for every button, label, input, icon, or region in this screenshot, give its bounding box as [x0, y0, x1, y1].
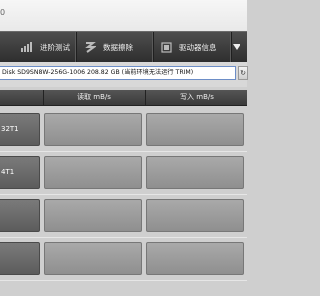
toolbar-more-button[interactable]	[233, 32, 247, 62]
drive-select[interactable]: Disk SD9SN8W-256G-1006 208.82 GB (当前环境无法…	[0, 66, 236, 80]
row-divider	[0, 237, 247, 238]
drive-select-row: Disk SD9SN8W-256G-1006 208.82 GB (当前环境无法…	[0, 62, 248, 87]
table-row: 32T1	[0, 113, 247, 151]
test-label-4t1[interactable]: 4T1	[0, 156, 40, 189]
drive-info-button[interactable]: 驱动器信息	[155, 32, 232, 62]
eraser-icon	[85, 42, 96, 53]
table-row	[0, 199, 247, 237]
table-header: 本 读取 mB/s 写入 mB/s	[0, 90, 247, 106]
title-bar: 0	[0, 0, 247, 31]
read-result-cell	[44, 113, 142, 146]
table-row: 4T1	[0, 156, 247, 194]
row-divider	[0, 280, 247, 281]
bar-chart-icon	[21, 42, 32, 52]
read-result-cell	[44, 156, 142, 189]
column-header-read: 读取 mB/s	[43, 90, 144, 105]
row-divider	[0, 151, 247, 152]
advanced-test-button[interactable]: 进阶测试	[0, 32, 77, 62]
advanced-test-label: 进阶测试	[40, 42, 70, 52]
column-header-write: 写入 mB/s	[145, 90, 248, 105]
toolbar: 进阶测试 数据擦除 驱动器信息	[0, 31, 247, 63]
drive-info-icon	[161, 41, 172, 53]
test-label-32t1[interactable]: 32T1	[0, 113, 40, 146]
read-result-cell	[44, 199, 142, 232]
chevron-down-icon	[233, 44, 240, 50]
data-erase-label: 数据擦除	[103, 42, 133, 52]
test-label[interactable]	[0, 199, 40, 232]
write-result-cell	[146, 199, 244, 232]
write-result-cell	[146, 113, 244, 146]
data-erase-button[interactable]: 数据擦除	[78, 32, 154, 62]
read-result-cell	[44, 242, 142, 275]
table-row	[0, 242, 247, 280]
test-label[interactable]	[0, 242, 40, 275]
refresh-button[interactable]: ↻	[238, 66, 248, 80]
write-result-cell	[146, 242, 244, 275]
row-divider	[0, 194, 247, 195]
refresh-icon: ↻	[240, 69, 246, 77]
column-header-name: 本	[0, 90, 42, 105]
write-result-cell	[146, 156, 244, 189]
drive-info-label: 驱动器信息	[179, 42, 217, 52]
window-title: 0	[0, 8, 6, 17]
